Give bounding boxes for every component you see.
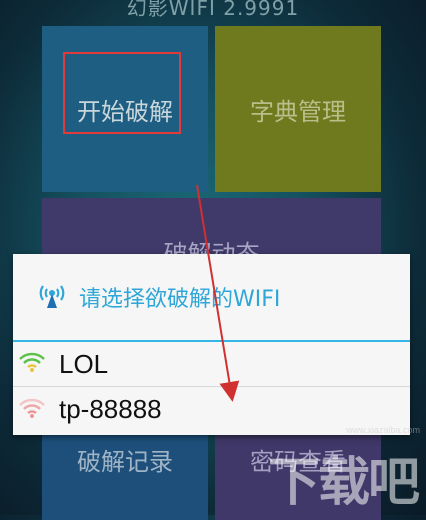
watermark-url: www.xiazaiba.com: [345, 425, 420, 435]
annotation-arrow: [196, 184, 240, 402]
watermark-logo: 下载吧: [267, 453, 420, 513]
